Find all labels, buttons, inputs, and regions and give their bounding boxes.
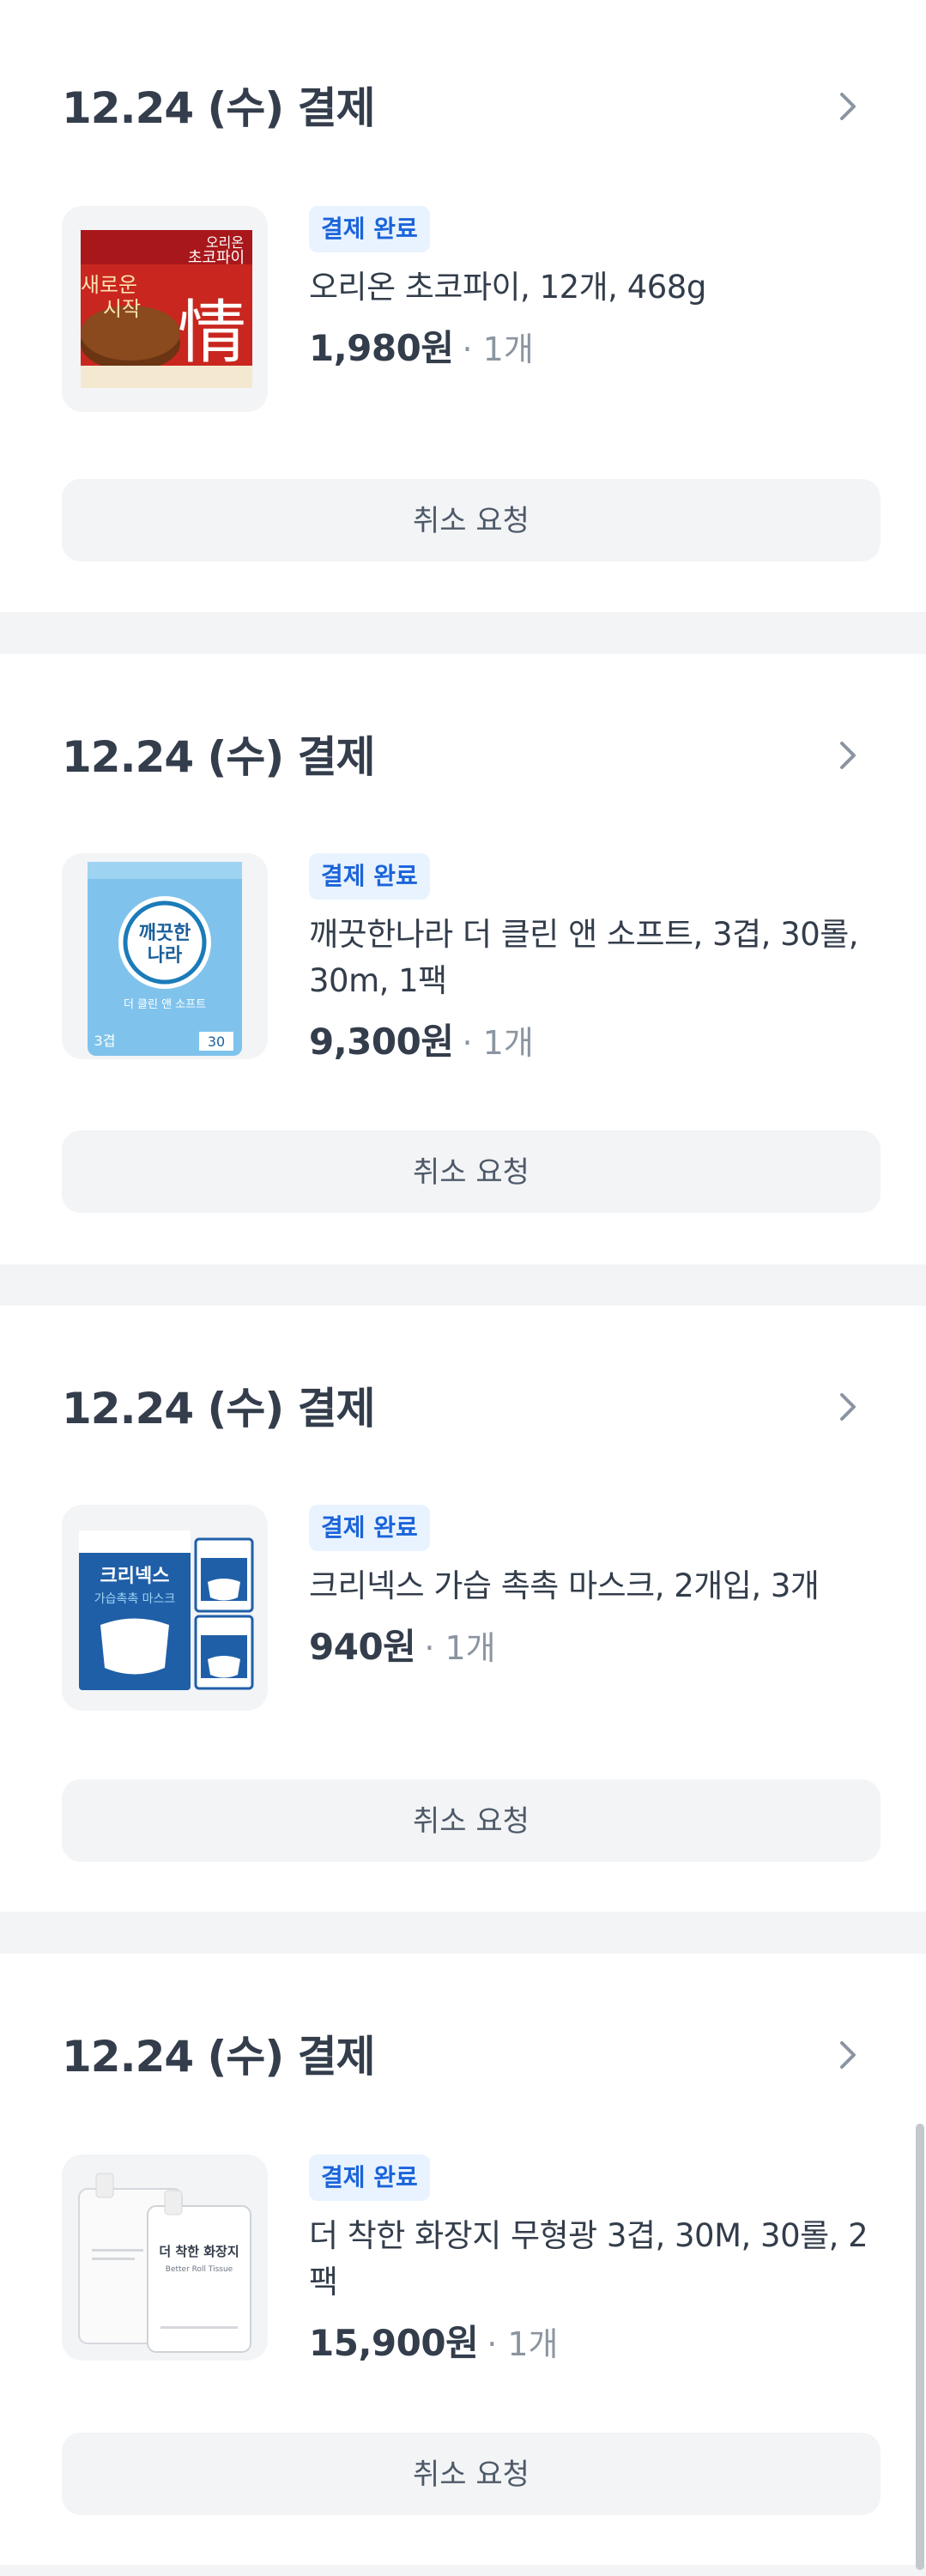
order-card: 12.24 (수) 결제 깨끗한 나라 더 클린 앤 소프트 3겹 30 결제 …: [0, 654, 926, 1264]
order-header[interactable]: 12.24 (수) 결제: [62, 723, 926, 791]
image-text: 더 착한 화장지: [159, 2244, 239, 2259]
quantity: · 1개: [462, 1024, 534, 1062]
status-badge: 결제 완료: [309, 853, 430, 900]
chevron-right-icon[interactable]: [830, 1390, 864, 1424]
chevron-right-icon[interactable]: [830, 738, 864, 773]
quantity: · 1개: [487, 2325, 559, 2363]
chevron-right-icon[interactable]: [830, 89, 864, 124]
product-name[interactable]: 깨끗한나라 더 클린 앤 소프트, 3겹, 30롤, 30m, 1팩: [309, 912, 875, 1004]
product-image-tissue-clean[interactable]: 깨끗한 나라 더 클린 앤 소프트 3겹 30: [62, 853, 268, 1059]
product-info: 결제 완료 깨끗한나라 더 클린 앤 소프트, 3겹, 30롤, 30m, 1팩…: [309, 853, 875, 1068]
chevron-right-icon[interactable]: [830, 2038, 864, 2072]
product-image-chocopie[interactable]: 오리온 초코파이 새로운 시작 情: [62, 206, 268, 412]
image-text: 情: [178, 293, 246, 373]
order-card: 12.24 (수) 결제 더 착한 화장지 Better Roll Tissue…: [0, 1954, 926, 2565]
order-header[interactable]: 12.24 (수) 결제: [62, 2022, 926, 2091]
product-image-mask[interactable]: 크리넥스 가습촉촉 마스크: [62, 1505, 268, 1711]
cancel-request-button[interactable]: 취소 요청: [62, 1130, 881, 1213]
price: 940원: [309, 1626, 416, 1668]
order-header[interactable]: 12.24 (수) 결제: [62, 1374, 926, 1443]
order-header[interactable]: 12.24 (수) 결제: [62, 74, 926, 142]
image-text: 가습촉촉 마스크: [94, 1592, 176, 1606]
image-text: 시작: [103, 297, 141, 321]
price-row: 940원 · 1개: [309, 1621, 875, 1673]
product-info: 결제 완료 오리온 초코파이, 12개, 468g 1,980원 · 1개: [309, 206, 875, 374]
price: 1,980원: [309, 327, 454, 369]
scrollbar[interactable]: [916, 2124, 924, 2570]
order-card: 12.24 (수) 결제 크리넥스 가습촉촉 마스크 결제 완료 크리넥스 가습…: [0, 1306, 926, 1912]
cancel-request-button[interactable]: 취소 요청: [62, 2433, 881, 2515]
product-info: 결제 완료 크리넥스 가습 촉촉 마스크, 2개입, 3개 940원 · 1개: [309, 1505, 875, 1673]
cancel-request-button[interactable]: 취소 요청: [62, 479, 881, 561]
product-image-tissue-better[interactable]: 더 착한 화장지 Better Roll Tissue: [62, 2155, 268, 2361]
status-badge: 결제 완료: [309, 2155, 430, 2201]
image-text: 새로운: [81, 273, 137, 297]
image-text: 3겹: [94, 1033, 116, 1049]
order-date: 12.24 (수) 결제: [62, 732, 376, 782]
image-text: 나라: [148, 945, 183, 967]
image-text: Better Roll Tissue: [166, 2265, 233, 2274]
order-date: 12.24 (수) 결제: [62, 83, 376, 133]
status-badge: 결제 완료: [309, 206, 430, 252]
image-text: 크리넥스: [100, 1566, 170, 1587]
product-name[interactable]: 크리넥스 가습 촉촉 마스크, 2개입, 3개: [309, 1563, 875, 1609]
quantity: · 1개: [462, 330, 534, 368]
image-text: 30: [208, 1033, 225, 1050]
status-badge: 결제 완료: [309, 1505, 430, 1551]
price-row: 15,900원 · 1개: [309, 2318, 875, 2369]
order-date: 12.24 (수) 결제: [62, 1384, 376, 1433]
order-card: 12.24 (수) 결제 오리온 초코파이 새로운 시작 情 결제 완료 오리온…: [0, 0, 926, 612]
product-name[interactable]: 더 착한 화장지 무형광 3겹, 30M, 30롤, 2팩: [309, 2213, 875, 2306]
image-text: 깨끗한: [139, 923, 191, 944]
image-text: 더 클린 앤 소프트: [124, 998, 206, 1011]
price: 15,900원: [309, 2322, 479, 2364]
product-info: 결제 완료 더 착한 화장지 무형광 3겹, 30M, 30롤, 2팩 15,9…: [309, 2155, 875, 2369]
price-row: 9,300원 · 1개: [309, 1016, 875, 1068]
image-text: 초코파이: [188, 249, 245, 267]
cancel-request-button[interactable]: 취소 요청: [62, 1779, 881, 1862]
order-date: 12.24 (수) 결제: [62, 2032, 376, 2082]
price: 9,300원: [309, 1021, 454, 1063]
quantity: · 1개: [424, 1629, 496, 1667]
product-name[interactable]: 오리온 초코파이, 12개, 468g: [309, 264, 875, 311]
price-row: 1,980원 · 1개: [309, 323, 875, 374]
